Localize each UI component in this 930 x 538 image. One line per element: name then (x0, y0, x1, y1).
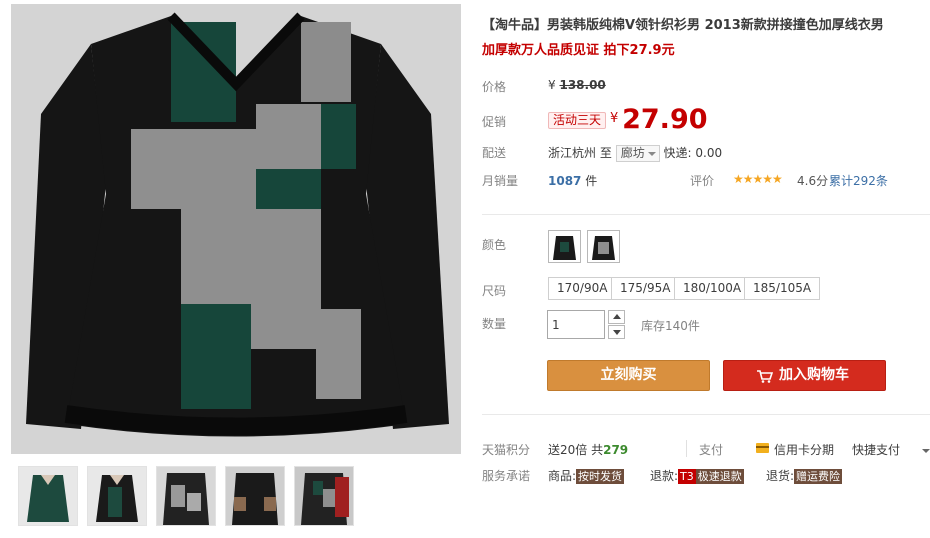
shipping-label: 配送 (482, 146, 507, 160)
quantity-label: 数量 (482, 317, 507, 331)
service-refund: 退款: T3 极速退款 (650, 467, 744, 484)
price-label: 价格 (482, 80, 507, 94)
points-text: 送20倍 共 (548, 443, 604, 457)
size-option-180[interactable]: 180/100A (674, 277, 751, 300)
shipping-to: 至 (599, 146, 612, 160)
fast-refund-badge[interactable]: 极速退款 (695, 469, 744, 484)
divider (482, 414, 930, 415)
service-return: 退货: 赠运费险 (766, 467, 843, 484)
size-option-170[interactable]: 170/90A (548, 277, 617, 300)
promotion-label: 促销 (482, 115, 507, 129)
thumbnail-3[interactable] (156, 466, 216, 526)
rating-stars-icon: ★★★★★ (733, 172, 783, 186)
points-value: 279 (603, 443, 629, 457)
payment-label: 支付 (699, 443, 724, 457)
promotion-price: ¥ 27.90 (610, 104, 708, 135)
review-count-link[interactable]: 累计292条 (829, 172, 888, 189)
vertical-divider (686, 440, 687, 457)
size-label: 尺码 (482, 284, 507, 298)
product-title: 【淘牛品】男装韩版纯棉V领针织衫男 2013新款拼接撞色加厚线衣男 (482, 18, 884, 33)
buy-now-button[interactable]: 立刻购买 (547, 360, 710, 391)
size-option-185[interactable]: 185/105A (744, 277, 821, 300)
color-swatch-2[interactable] (587, 230, 620, 263)
quantity-input[interactable] (547, 310, 605, 339)
points-label[interactable]: 天猫积分 (482, 441, 530, 458)
shipping-info: 浙江杭州 至 廊坊 快递: 0.00 (548, 144, 722, 162)
currency-symbol: ¥ (610, 111, 619, 126)
service-label: 服务承诺 (482, 469, 531, 483)
points-info: 送20倍 共279 (548, 441, 628, 458)
currency-symbol: ¥ (548, 78, 556, 92)
original-price: ¥ 138.00 (548, 78, 606, 92)
color-label: 颜色 (482, 238, 507, 252)
monthly-sales: 1087 件 (548, 172, 597, 189)
promotion-price-value: 27.90 (622, 104, 708, 135)
goods-label: 商品: (548, 469, 577, 483)
quantity-increase-button[interactable] (608, 310, 625, 324)
monthly-sales-count: 1087 (548, 174, 582, 188)
express-fee: 快递: 0.00 (663, 146, 723, 160)
promotion-tag: 活动三天 (548, 112, 607, 129)
add-to-cart-label: 加入购物车 (779, 367, 849, 383)
destination-select[interactable]: 廊坊 (615, 145, 660, 162)
return-label: 退货: (766, 469, 795, 483)
quantity-decrease-button[interactable] (608, 325, 625, 339)
rating-score: 4.6分 (797, 174, 829, 188)
size-option-175[interactable]: 175/95A (611, 277, 680, 300)
on-time-delivery-badge[interactable]: 按时发货 (576, 469, 625, 484)
credit-installment[interactable]: 信用卡分期 (774, 441, 834, 458)
service-goods: 商品: 按时发货 (548, 467, 625, 484)
refund-label: 退款: (650, 469, 679, 483)
stock-count: 库存140件 (641, 319, 700, 333)
monthly-sales-unit: 件 (585, 174, 598, 188)
rating-label: 评价 (690, 174, 715, 188)
product-subtitle: 加厚款万人品质见证 拍下27.9元 (482, 43, 675, 58)
original-price-value: 138.00 (559, 78, 606, 92)
thumbnail-5[interactable] (294, 466, 354, 526)
chevron-down-icon (647, 151, 656, 156)
shipping-origin: 浙江杭州 (548, 146, 597, 160)
credit-card-icon (756, 443, 769, 453)
refund-code-badge: T3 (678, 469, 696, 484)
destination-value: 廊坊 (620, 146, 645, 160)
color-swatch-1[interactable] (548, 230, 581, 263)
fast-pay-dropdown[interactable]: 快捷支付 (852, 441, 900, 458)
chevron-down-icon[interactable] (922, 449, 930, 453)
cart-icon (757, 370, 773, 383)
divider (482, 214, 930, 215)
main-product-image[interactable] (11, 4, 461, 454)
thumbnail-4[interactable] (225, 466, 285, 526)
monthly-sales-label: 月销量 (482, 174, 519, 188)
add-to-cart-button[interactable]: 加入购物车 (723, 360, 886, 391)
thumbnail-1[interactable] (18, 466, 78, 526)
shipping-insurance-badge[interactable]: 赠运费险 (794, 469, 843, 484)
thumbnail-2[interactable] (87, 466, 147, 526)
